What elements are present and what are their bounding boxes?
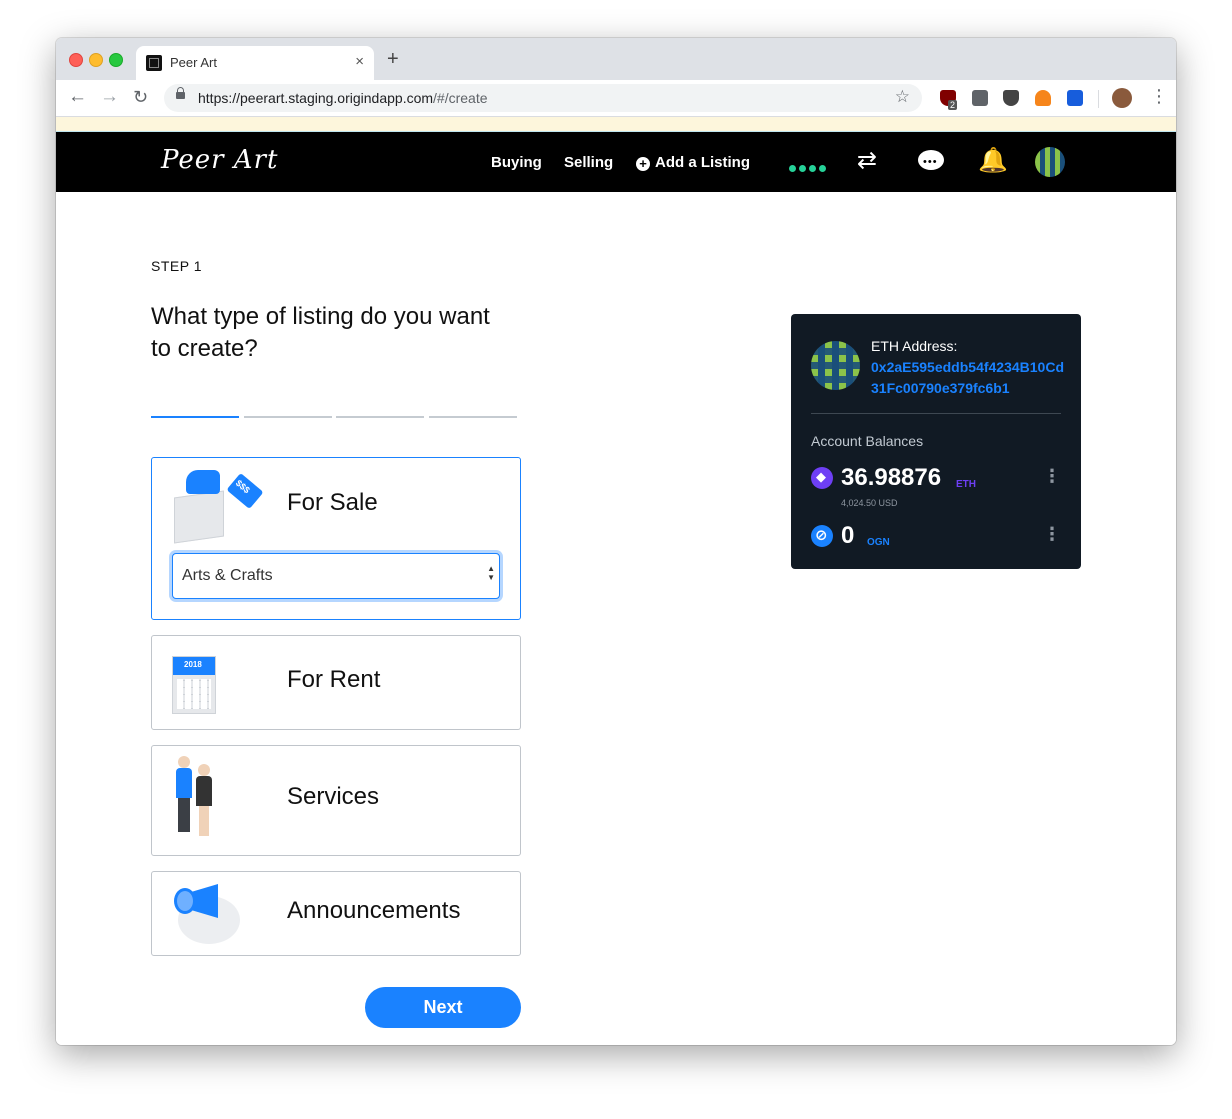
lock-icon bbox=[176, 87, 185, 99]
new-tab-button[interactable]: + bbox=[387, 49, 399, 69]
star-icon[interactable]: ☆ bbox=[895, 87, 910, 107]
close-window-button[interactable] bbox=[69, 53, 83, 67]
app-navbar: Peer Art Buying Selling + Add a Listing ⇄… bbox=[56, 132, 1176, 192]
tab-close-icon[interactable]: × bbox=[355, 53, 364, 70]
eth-menu-icon[interactable]: ⋮ bbox=[1043, 467, 1061, 485]
ogn-symbol: OGN bbox=[867, 537, 890, 548]
extension-badge: 2 bbox=[948, 100, 958, 110]
eth-balance: 36.98876 bbox=[841, 464, 942, 491]
progress-segment-4 bbox=[429, 416, 517, 418]
toolbar-divider bbox=[1098, 90, 1099, 108]
create-listing-page: STEP 1 What type of listing do you want … bbox=[56, 192, 1176, 1045]
profile-avatar[interactable] bbox=[1112, 88, 1132, 108]
download-extension-icon[interactable] bbox=[972, 90, 988, 106]
progress-segment-3 bbox=[336, 416, 424, 418]
eth-address-label: ETH Address: bbox=[871, 338, 958, 354]
network-status-dots-icon[interactable] bbox=[789, 159, 829, 177]
minimize-window-button[interactable] bbox=[89, 53, 103, 67]
eth-usd-value: 4,024.50 USD bbox=[841, 498, 898, 508]
listing-type-services[interactable]: Services bbox=[151, 745, 521, 856]
add-listing-label: Add a Listing bbox=[655, 154, 750, 171]
eth-symbol: ETH bbox=[956, 479, 976, 490]
url-host: https://peerart.staging.origindapp.com bbox=[198, 90, 434, 106]
progress-segment-2 bbox=[244, 416, 332, 418]
back-arrow-icon[interactable]: ← bbox=[68, 87, 87, 107]
ogn-menu-icon[interactable]: ⋮ bbox=[1043, 525, 1061, 543]
calendar-icon bbox=[172, 656, 216, 714]
wallet-divider bbox=[811, 413, 1061, 414]
next-button[interactable]: Next bbox=[365, 987, 521, 1028]
account-balances-label: Account Balances bbox=[811, 433, 924, 449]
wallet-avatar bbox=[811, 341, 860, 390]
wallet-card: ETH Address: 0x2aE595eddb54f4234B10Cd31F… bbox=[791, 314, 1081, 569]
browser-window: Peer Art × + ← → ↻ https://peerart.stagi… bbox=[56, 38, 1176, 1045]
metamask-fox-icon[interactable] bbox=[1035, 90, 1051, 106]
app-logo[interactable]: Peer Art bbox=[161, 145, 278, 175]
nav-selling-link[interactable]: Selling bbox=[564, 154, 613, 171]
info-bar bbox=[56, 117, 1176, 132]
tab-strip: Peer Art × + bbox=[56, 38, 1176, 80]
plus-circle-icon: + bbox=[636, 157, 650, 171]
step-label: STEP 1 bbox=[151, 258, 202, 274]
favicon-icon bbox=[146, 55, 162, 71]
browser-tab[interactable]: Peer Art × bbox=[136, 46, 374, 80]
listing-type-announcements[interactable]: Announcements bbox=[151, 871, 521, 956]
tab-title: Peer Art bbox=[170, 55, 217, 70]
url-path: /#/create bbox=[433, 90, 488, 106]
eth-coin-icon bbox=[811, 467, 833, 489]
eth-address[interactable]: 0x2aE595eddb54f4234B10Cd31Fc00790e379fc6… bbox=[871, 357, 1071, 399]
listing-type-for-sale[interactable]: For Sale Arts & Crafts ▲▼ bbox=[151, 457, 521, 620]
maximize-window-button[interactable] bbox=[109, 53, 123, 67]
nav-buying-link[interactable]: Buying bbox=[491, 154, 542, 171]
progress-segment-1 bbox=[151, 416, 239, 418]
browser-toolbar: ← → ↻ https://peerart.staging.origindapp… bbox=[56, 80, 1176, 117]
category-select[interactable]: Arts & Crafts ▲ ▼ bbox=[172, 553, 500, 599]
transfer-icon[interactable]: ⇄ bbox=[857, 147, 877, 175]
vault-extension-icon[interactable] bbox=[1067, 90, 1083, 106]
user-avatar[interactable] bbox=[1035, 147, 1065, 177]
category-select-value: Arts & Crafts bbox=[182, 567, 273, 584]
select-arrows-icon: ▲ ▼ bbox=[487, 564, 495, 582]
ogn-coin-icon bbox=[811, 525, 833, 547]
page-title: What type of listing do you want to crea… bbox=[151, 303, 490, 363]
pocket-extension-icon[interactable] bbox=[1003, 90, 1019, 106]
address-bar[interactable]: https://peerart.staging.origindapp.com/#… bbox=[164, 84, 922, 112]
card-label: For Sale bbox=[287, 489, 378, 516]
forward-arrow-icon[interactable]: → bbox=[100, 87, 119, 107]
reload-icon[interactable]: ↻ bbox=[133, 87, 148, 107]
chat-bubble-icon[interactable] bbox=[918, 148, 944, 176]
nav-add-listing-link[interactable]: + Add a Listing bbox=[636, 154, 750, 171]
ogn-balance: 0 bbox=[841, 522, 855, 549]
listing-type-for-rent[interactable]: For Rent bbox=[151, 635, 521, 730]
url-text[interactable]: https://peerart.staging.origindapp.com/#… bbox=[198, 90, 488, 106]
bell-icon[interactable]: 🔔 bbox=[978, 147, 1008, 175]
kebab-menu-icon[interactable]: ⋮ bbox=[1150, 86, 1168, 107]
card-label: Announcements bbox=[287, 897, 461, 924]
card-label: For Rent bbox=[287, 666, 381, 693]
card-label: Services bbox=[287, 783, 380, 810]
